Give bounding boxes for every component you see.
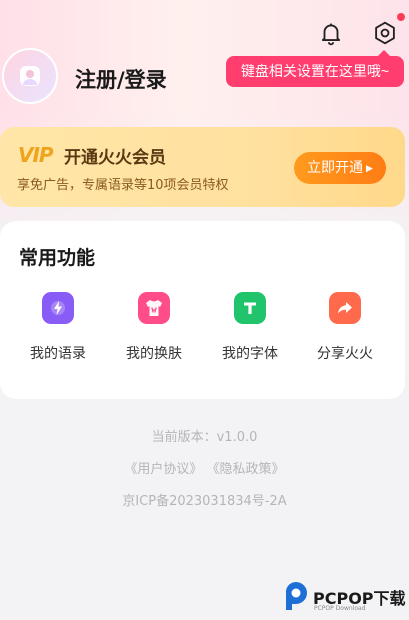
function-label: 我的语录 [30,346,86,362]
notification-dot [397,13,405,21]
function-share[interactable]: 分享火火 [305,292,385,363]
icp-text: 京ICP备2023031834号-2A [122,494,287,509]
shirt-icon [138,292,170,324]
function-label: 我的字体 [222,346,278,362]
function-my-fonts[interactable]: 我的字体 [210,292,290,363]
login-register-link[interactable]: 注册/登录 [75,64,167,94]
function-label: 我的换肤 [126,346,182,362]
common-functions-card: 常用功能 我的语录 我的换肤 我的字体 分享火火 [0,221,405,399]
vip-open-button[interactable]: 立即开通 ▶ [294,152,386,184]
watermark-sub: PCPOP Download [314,605,366,612]
watermark-logo: PCPOP下载 PCPOP Download [283,581,409,617]
settings-icon [375,21,395,45]
vip-title: 开通火火会员 [64,148,166,168]
header-background [0,0,409,250]
vip-badge: VIP [18,143,54,167]
settings-button[interactable] [370,18,400,48]
function-my-quotes[interactable]: 我的语录 [18,292,98,363]
avatar-placeholder-icon [20,66,40,86]
vip-subtitle: 享免广告，专属语录等10项会员特权 [17,178,229,193]
caret-right-icon: ▶ [366,164,373,174]
version-text: 当前版本：v1.0.0 [151,430,258,445]
agreement-links[interactable]: 《用户协议》 《隐私政策》 [0,458,409,477]
lightning-icon [42,292,74,324]
function-my-skins[interactable]: 我的换肤 [114,292,194,363]
settings-tooltip: 键盘相关设置在这里哦~ [226,50,404,87]
vip-open-button-label: 立即开通 [307,160,364,176]
bell-icon [321,23,341,46]
pcpop-logo-icon [285,581,307,610]
section-title: 常用功能 [19,247,96,269]
function-label: 分享火火 [317,346,373,362]
avatar[interactable] [2,48,58,104]
vip-card[interactable]: VIP 开通火火会员 享免广告，专属语录等10项会员特权 立即开通 ▶ [0,127,405,207]
font-t-icon [234,292,266,324]
notification-button[interactable] [316,18,346,48]
share-arrow-icon [329,292,361,324]
